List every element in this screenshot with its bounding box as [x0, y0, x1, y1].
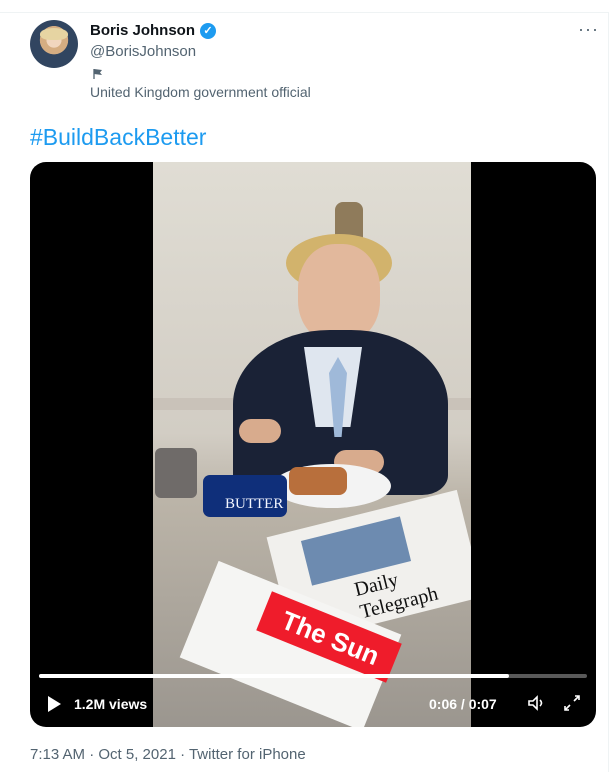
video-time: 0:06 / 0:07: [429, 696, 497, 712]
mug: [155, 448, 197, 498]
video-progress-fill: [39, 674, 509, 678]
verified-badge-icon: ✓: [200, 22, 217, 39]
more-options-icon[interactable]: ···: [578, 20, 599, 38]
top-divider: [0, 12, 609, 13]
video-player[interactable]: BUTTER Daily Telegraph The Sun 1.2M view…: [30, 162, 596, 727]
sound-icon[interactable]: [526, 693, 546, 713]
author-handle[interactable]: @BorisJohnson: [90, 43, 196, 60]
author-name-row[interactable]: Boris Johnson ✓: [90, 22, 217, 39]
account-label: United Kingdom government official: [90, 84, 311, 100]
butter-label: BUTTER: [225, 496, 284, 512]
author-avatar[interactable]: [30, 20, 78, 68]
tweet-metadata: 7:13 AM · Oct 5, 2021 · Twitter for iPho…: [30, 746, 306, 763]
video-views: 1.2M views: [74, 696, 148, 712]
toast: [289, 467, 347, 495]
video-controls: 1.2M views 0:06 / 0:07: [30, 688, 596, 720]
person-left-hand: [239, 419, 281, 443]
play-icon[interactable]: [48, 696, 61, 712]
video-frame: BUTTER Daily Telegraph The Sun: [153, 162, 471, 727]
person-head: [298, 244, 380, 342]
flag-icon: [93, 69, 102, 79]
hashtag-link[interactable]: #BuildBackBetter: [30, 124, 206, 151]
author-name[interactable]: Boris Johnson: [90, 22, 195, 39]
fullscreen-icon[interactable]: [562, 693, 582, 713]
video-progress-track[interactable]: [39, 674, 587, 678]
